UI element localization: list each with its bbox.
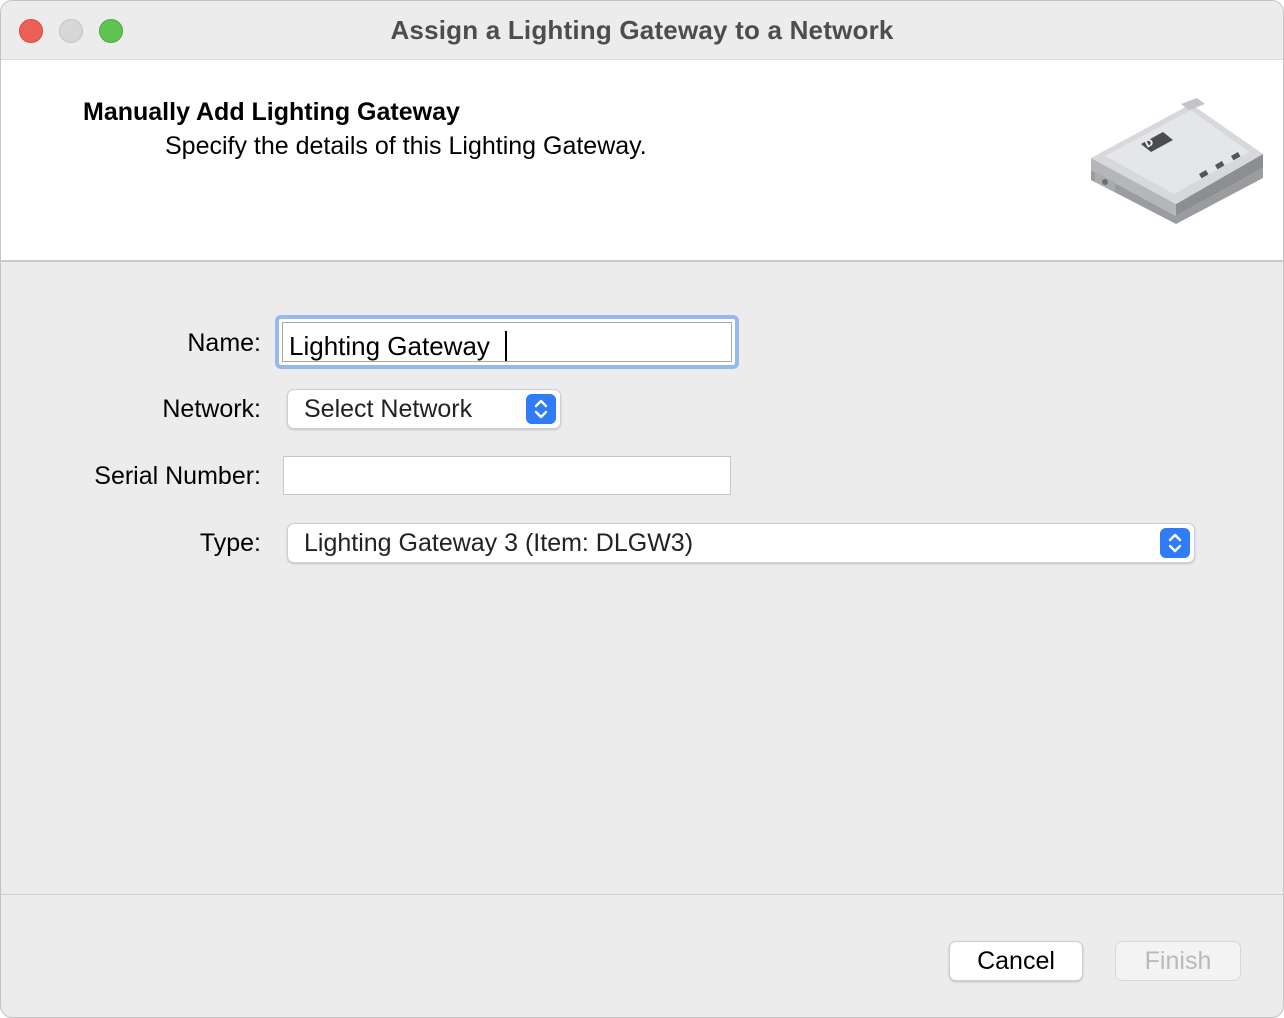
name-input[interactable]: Lighting Gateway xyxy=(275,315,739,369)
dialog-window: Assign a Lighting Gateway to a Network M… xyxy=(0,0,1284,1018)
network-select[interactable]: Select Network xyxy=(287,389,561,429)
name-label: Name: xyxy=(187,329,261,357)
type-label: Type: xyxy=(199,529,261,557)
network-select-value: Select Network xyxy=(304,395,473,423)
wizard-header: Manually Add Lighting Gateway Specify th… xyxy=(1,60,1283,262)
serial-number-input[interactable] xyxy=(283,456,731,495)
footer-divider xyxy=(1,894,1283,895)
type-select[interactable]: Lighting Gateway 3 (Item: DLGW3) xyxy=(287,523,1195,563)
finish-button[interactable]: Finish xyxy=(1115,941,1241,981)
header-subtitle: Specify the details of this Lighting Gat… xyxy=(165,132,647,160)
window-title: Assign a Lighting Gateway to a Network xyxy=(390,15,894,45)
cancel-button[interactable]: Cancel xyxy=(949,941,1083,981)
lighting-gateway-device-icon: D xyxy=(1091,98,1263,224)
network-label: Network: xyxy=(162,395,261,423)
serial-number-label: Serial Number: xyxy=(94,462,261,490)
title-bar: Assign a Lighting Gateway to a Network xyxy=(1,1,1283,60)
updown-chevron-icon xyxy=(526,394,556,424)
type-select-value: Lighting Gateway 3 (Item: DLGW3) xyxy=(304,529,694,557)
updown-chevron-icon xyxy=(1160,528,1190,558)
text-caret xyxy=(505,331,508,361)
name-input-value: Lighting Gateway xyxy=(289,331,498,361)
header-title: Manually Add Lighting Gateway xyxy=(83,98,460,126)
